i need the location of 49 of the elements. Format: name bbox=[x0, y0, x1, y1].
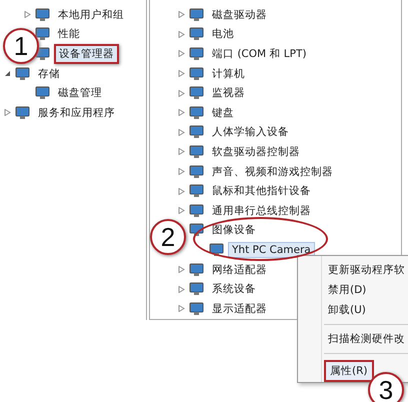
monitor-icon bbox=[189, 27, 205, 42]
tree-item[interactable]: 磁盘驱动器 bbox=[208, 6, 271, 24]
monitor-icon bbox=[209, 242, 225, 257]
tree-item[interactable]: 人体学输入设备 bbox=[208, 123, 293, 142]
tree-item[interactable]: 端口 (COM 和 LPT) bbox=[208, 44, 310, 63]
tree-item[interactable]: 本地用户和组 bbox=[54, 6, 128, 24]
tree-item[interactable]: 计算机 bbox=[208, 64, 249, 83]
tree-item[interactable]: 声音、视频和游戏控制器 bbox=[208, 162, 337, 181]
menu-item[interactable]: 属性(R) bbox=[324, 360, 374, 382]
tree-item[interactable]: 键盘 bbox=[208, 104, 238, 122]
menu-item[interactable]: 禁用(D) bbox=[324, 280, 408, 300]
monitor-icon bbox=[189, 164, 205, 179]
monitor-icon bbox=[189, 302, 205, 316]
monitor-icon bbox=[35, 27, 51, 42]
monitor-icon bbox=[189, 184, 205, 198]
monitor-icon bbox=[189, 223, 205, 238]
menu-item[interactable]: 扫描检测硬件改 bbox=[324, 329, 408, 349]
tree-item[interactable]: 设备管理器 bbox=[54, 44, 119, 64]
tree-item[interactable]: Yht PC Camera bbox=[228, 242, 315, 258]
tree-item[interactable]: 性能 bbox=[54, 25, 84, 44]
monitor-icon bbox=[189, 66, 205, 81]
monitor-icon bbox=[189, 262, 205, 277]
monitor-icon bbox=[15, 106, 31, 120]
monitor-icon bbox=[35, 86, 51, 100]
monitor-icon bbox=[15, 66, 31, 81]
tree-item[interactable]: 存储 bbox=[34, 64, 64, 83]
tree-item[interactable]: 鼠标和其他指针设备 bbox=[208, 182, 315, 200]
monitor-icon bbox=[189, 86, 205, 100]
monitor-icon bbox=[189, 8, 205, 22]
menu-item[interactable]: 更新驱动程序软 bbox=[324, 260, 408, 280]
tree-item[interactable]: 电池 bbox=[208, 25, 238, 44]
tree-item[interactable]: 图像设备 bbox=[208, 221, 260, 240]
monitor-icon bbox=[189, 46, 205, 61]
tree-item[interactable]: 磁盘管理 bbox=[54, 84, 106, 102]
menu-item[interactable]: 卸载(U) bbox=[324, 300, 408, 320]
tree-item[interactable]: 显示适配器 bbox=[208, 300, 271, 318]
monitor-icon bbox=[189, 204, 205, 218]
monitor-icon bbox=[189, 106, 205, 120]
tree-item[interactable]: 服务和应用程序 bbox=[34, 104, 119, 122]
tree-item[interactable]: 网络适配器 bbox=[208, 260, 271, 279]
monitor-icon bbox=[189, 125, 205, 140]
tree-item[interactable]: 通用串行总线控制器 bbox=[208, 202, 315, 220]
tree-item[interactable]: 软盘驱动器控制器 bbox=[208, 142, 304, 161]
monitor-icon bbox=[35, 8, 51, 22]
tree-item[interactable]: 监视器 bbox=[208, 84, 249, 102]
monitor-icon bbox=[189, 144, 205, 159]
monitor-icon bbox=[189, 282, 205, 296]
tree-item[interactable]: 系统设备 bbox=[208, 280, 260, 298]
expander-icon[interactable] bbox=[4, 70, 11, 78]
